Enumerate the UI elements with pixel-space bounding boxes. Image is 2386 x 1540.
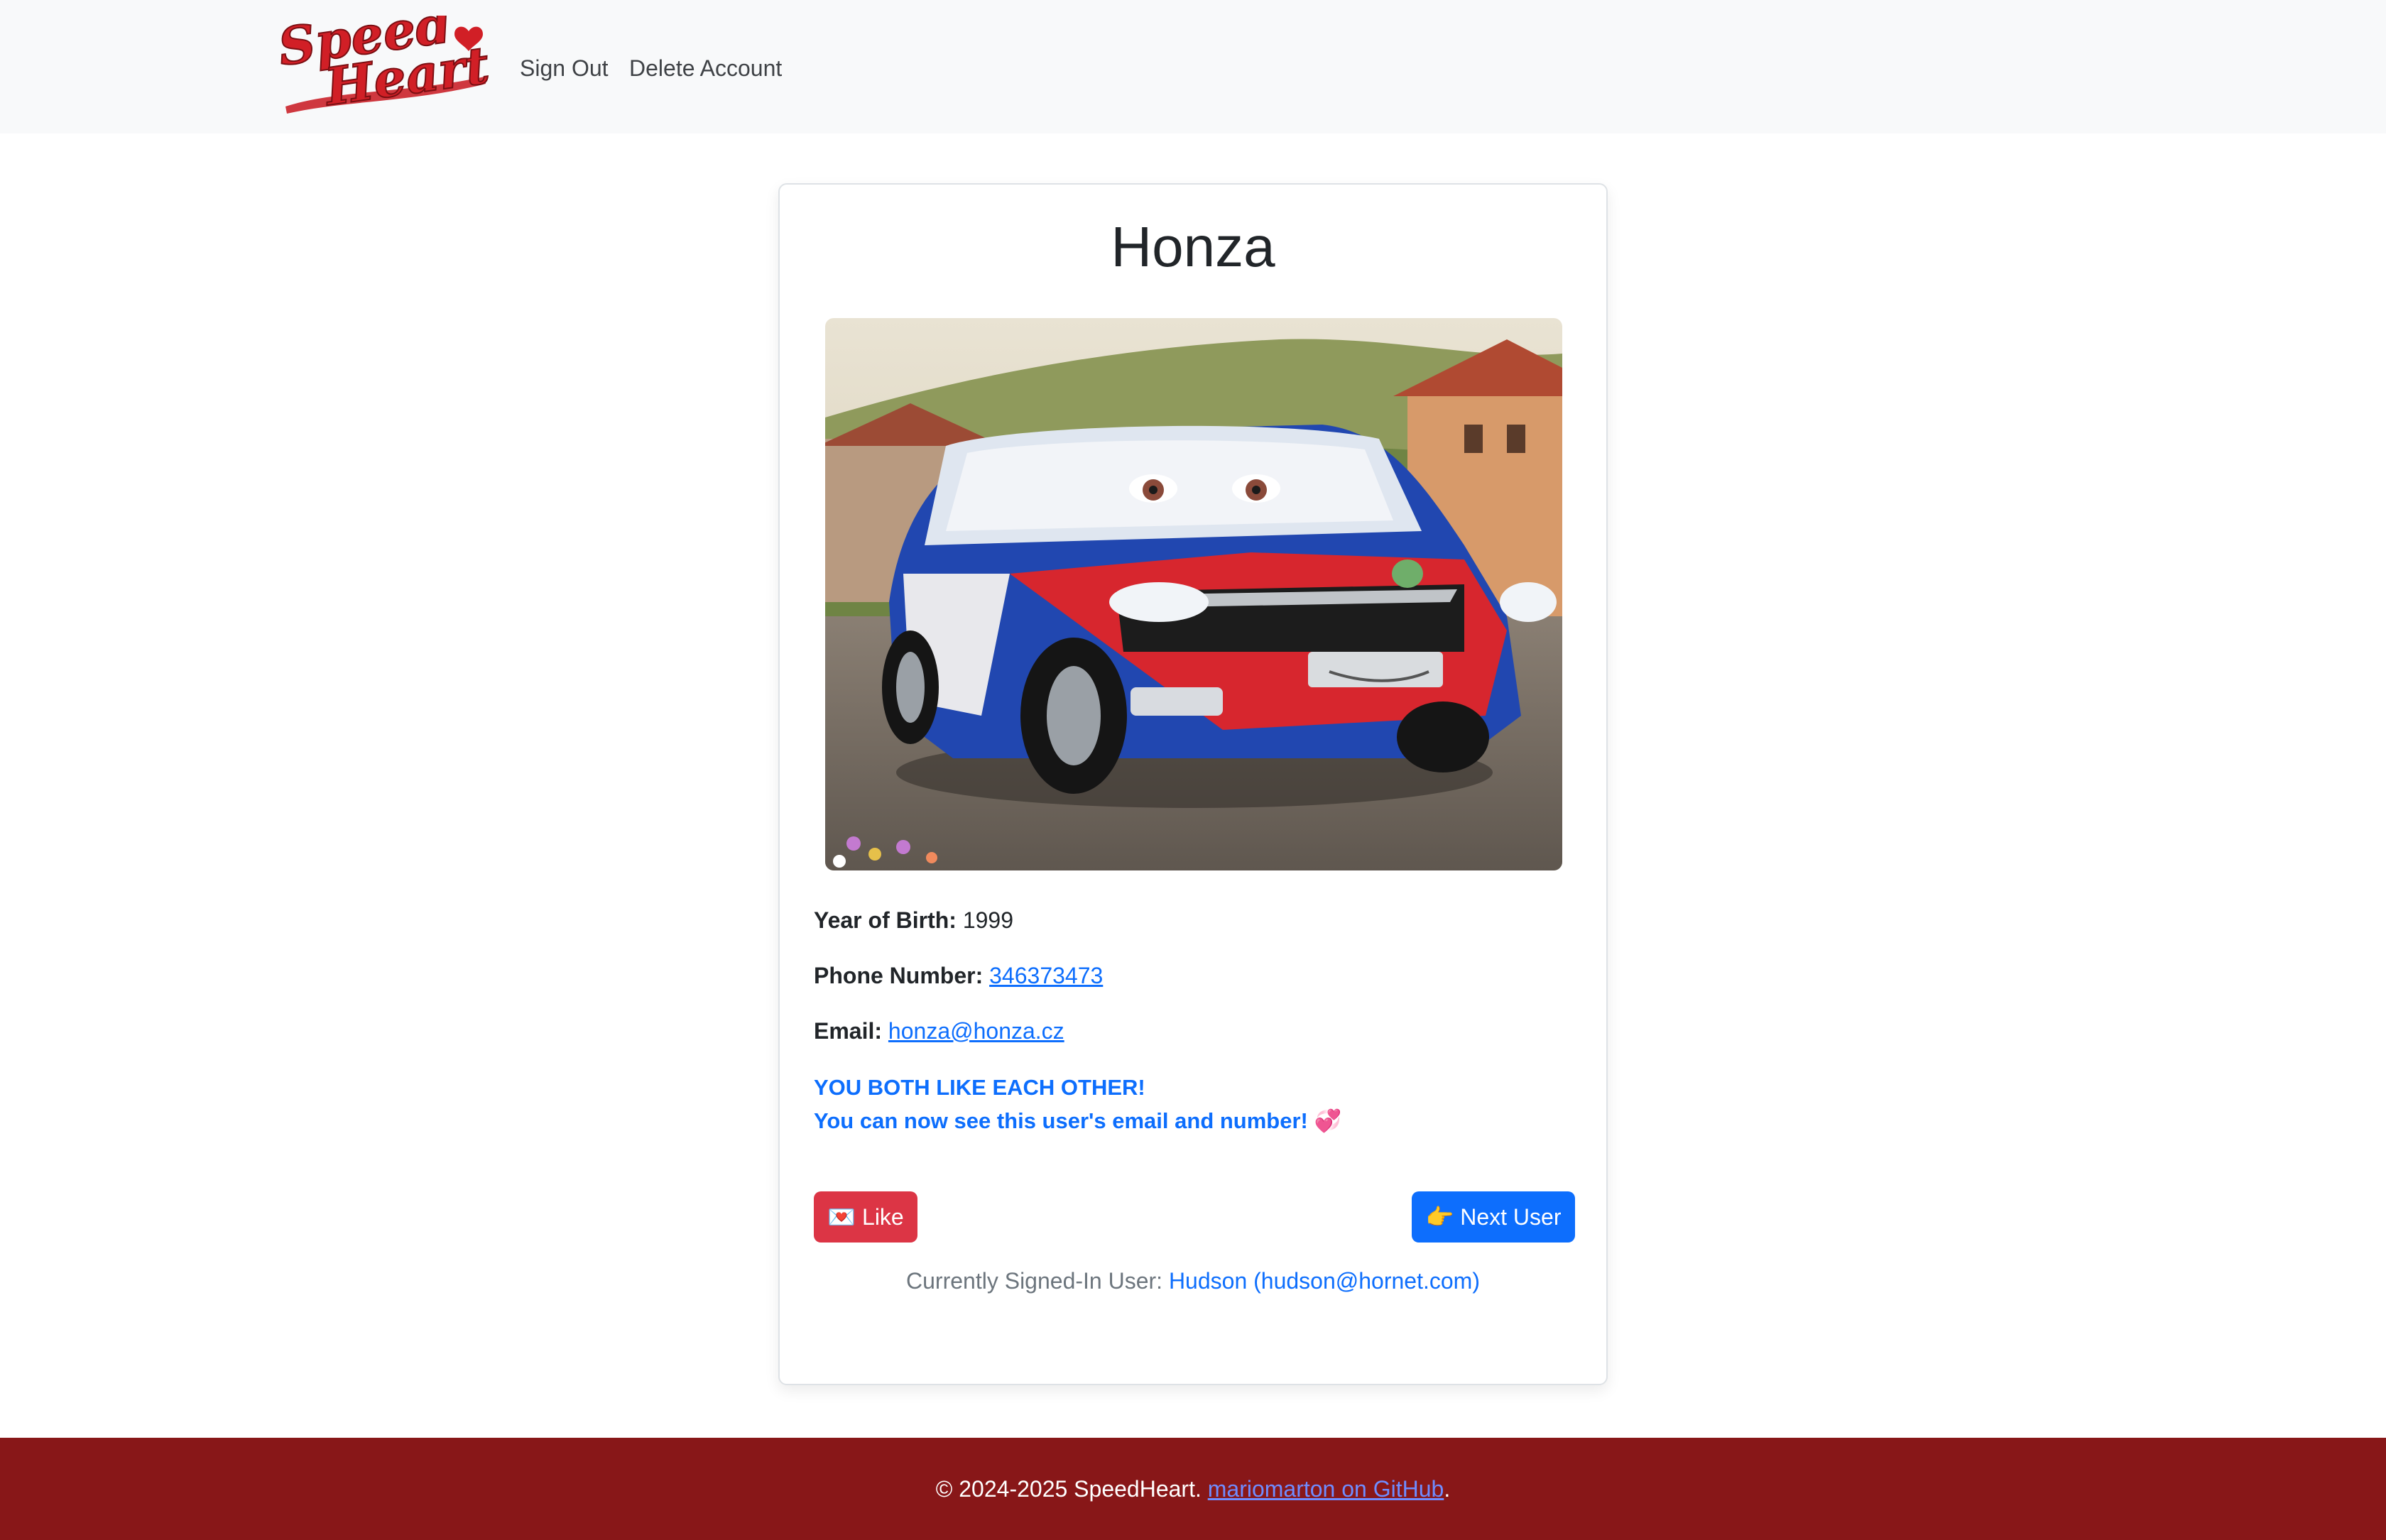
- signed-in-user-name: Hudson (hudson@hornet.com): [1168, 1268, 1480, 1294]
- footer-end: .: [1444, 1476, 1451, 1502]
- profile-name: Honza: [1111, 215, 1275, 278]
- year-label: Year of Birth:: [814, 907, 957, 933]
- email: Email: honza@honza.cz: [814, 1015, 1064, 1047]
- signed-in-label: Currently Signed-In User:: [906, 1268, 1163, 1294]
- signed-in-user: Currently Signed-In User: Hudson (hudson…: [780, 1265, 1606, 1296]
- speedheart-logo[interactable]: Speed Heart: [271, 16, 489, 119]
- year-value: 1999: [962, 907, 1013, 933]
- footer-copyright: © 2024-2025 SpeedHeart.: [935, 1476, 1202, 1502]
- year-of-birth: Year of Birth: 1999: [814, 905, 1013, 936]
- next-user-button[interactable]: 👉 Next User: [1412, 1191, 1575, 1243]
- email-label: Email:: [814, 1018, 883, 1044]
- phone-link[interactable]: 346373473: [989, 963, 1103, 988]
- phone-label: Phone Number:: [814, 963, 984, 988]
- match-message: YOU BOTH LIKE EACH OTHER! You can now se…: [814, 1071, 1341, 1137]
- like-button[interactable]: 💌 Like: [814, 1191, 917, 1243]
- email-link[interactable]: honza@honza.cz: [888, 1018, 1064, 1044]
- nav-delete-account[interactable]: Delete Account: [629, 53, 782, 84]
- navbar: Speed Heart Sign Out Delete Account: [0, 0, 2386, 133]
- github-link[interactable]: mariomarton on GitHub: [1208, 1476, 1444, 1502]
- profile-card: Honza Year of Birth: 1999 Phone Number: …: [778, 183, 1608, 1385]
- phone-number: Phone Number: 346373473: [814, 960, 1103, 991]
- match-subtext: You can now see this user's email and nu…: [814, 1108, 1342, 1133]
- nav-sign-out[interactable]: Sign Out: [520, 53, 609, 84]
- profile-photo: [825, 318, 1562, 870]
- footer: © 2024-2025 SpeedHeart. mariomarton on G…: [0, 1438, 2386, 1540]
- match-headline: YOU BOTH LIKE EACH OTHER!: [814, 1075, 1145, 1100]
